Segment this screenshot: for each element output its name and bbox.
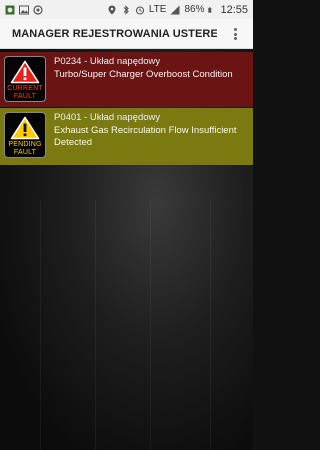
badge-line-1: PENDING [8,141,42,148]
fault-description: Exhaust Gas Recirculation Flow Insuffici… [54,125,237,148]
more-vert-icon[interactable] [229,26,241,42]
app-screen: LTE 86% 12:55 MANAGER REJESTROWANIA USTE… [0,0,253,450]
fault-info: P0401 - Układ napędowy Exhaust Gas Recir… [54,112,250,149]
lte-signal-icon [170,5,180,14]
obd-notification-icon [33,4,43,15]
background-texture [210,200,211,450]
background-texture [40,200,41,450]
fault-row-current[interactable]: CURRENT FAULT P0234 - Układ napędowy Tur… [0,52,253,107]
photo-notification-icon [5,5,15,14]
page-title: MANAGER REJESTROWANIA USTEREK - ... [12,27,217,40]
alarm-icon [135,5,144,15]
fault-code: P0401 - Układ napędowy [54,112,161,123]
background-texture [150,200,151,450]
fault-description: Turbo/Super Charger Overboost Condition [54,69,233,80]
badge-line-2: FAULT [13,93,37,100]
yellow-warning-triangle-icon [10,116,40,140]
location-icon [108,5,116,14]
fault-info: P0234 - Układ napędowy Turbo/Super Charg… [54,56,250,81]
pending-fault-badge: PENDING FAULT [4,112,46,158]
badge-line-2: FAULT [13,149,37,156]
app-bar: MANAGER REJESTROWANIA USTEREK - ... [0,19,253,49]
battery-icon [208,6,212,13]
fault-row-pending[interactable]: PENDING FAULT P0401 - Układ napędowy Exh… [0,108,253,165]
status-bar: LTE 86% 12:55 [0,0,253,19]
bluetooth-icon [123,4,129,15]
lte-label: LTE [148,4,167,15]
badge-line-1: CURRENT [7,85,43,92]
badge-label: PENDING FAULT [8,141,41,157]
battery-percent: 86% [184,4,205,15]
status-time: 12:55 [220,3,248,16]
background-texture [95,200,96,450]
badge-label: CURRENT FAULT [7,85,43,101]
fault-code: P0234 - Układ napędowy [54,56,161,67]
current-fault-badge: CURRENT FAULT [4,56,46,102]
red-warning-triangle-icon [10,60,40,84]
gallery-notification-icon [19,5,29,14]
